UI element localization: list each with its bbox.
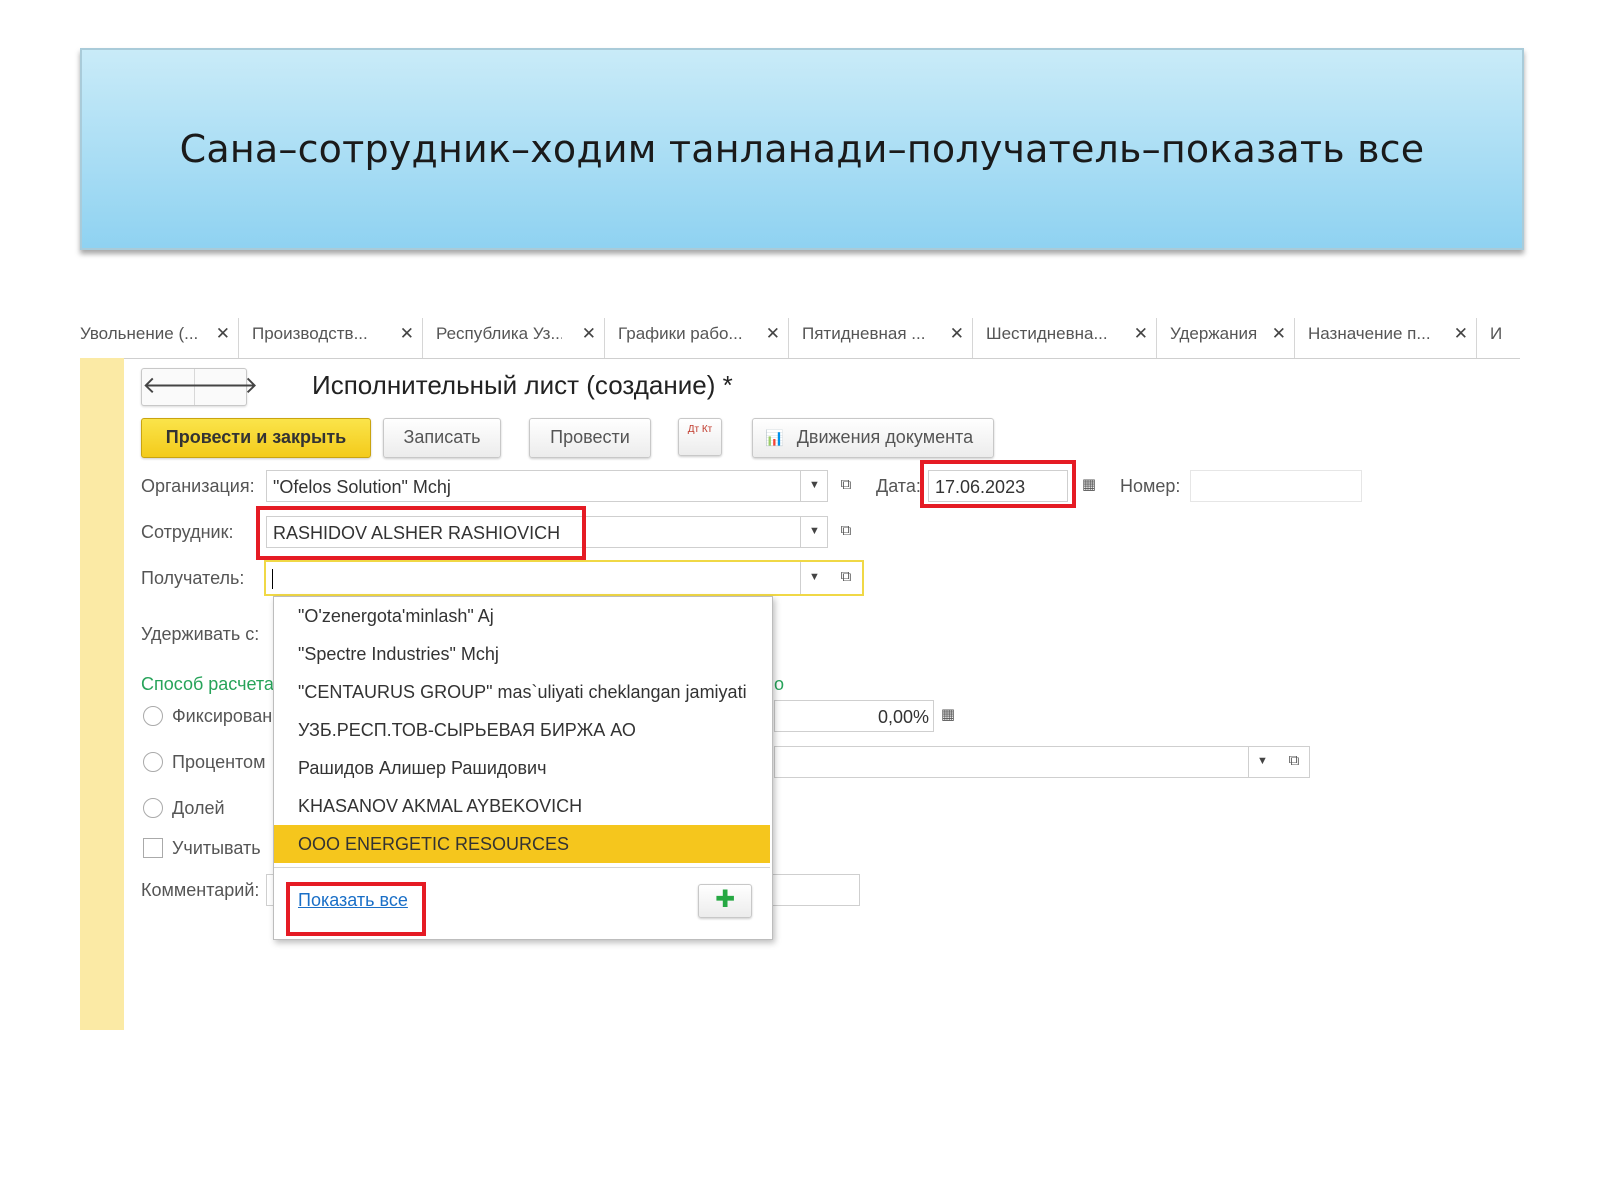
open-icon[interactable]: ⧉ [832,470,860,502]
show-all-highlight [286,882,426,936]
forward-arrow-icon[interactable]: 🡒 [194,369,258,405]
number-field[interactable] [1190,470,1362,502]
close-icon[interactable]: ✕ [1272,318,1286,350]
list-item[interactable]: "O'zenergota'minlash" Aj [274,597,770,635]
tab-republic[interactable]: Республика Уз... ✕ [424,318,605,358]
close-icon[interactable]: ✕ [766,318,780,350]
post-and-close-button[interactable]: Провести и закрыть [141,418,371,458]
tab-assignment[interactable]: Назначение п... ✕ [1296,318,1477,358]
chevron-down-icon[interactable]: ▼ [800,470,828,502]
chevron-down-icon[interactable]: ▼ [800,562,828,594]
open-icon[interactable]: ⧉ [832,562,860,594]
percent-radio[interactable] [143,752,163,772]
close-icon[interactable]: ✕ [950,318,964,350]
organization-field[interactable]: "Ofelos Solution" Mchj [266,470,828,502]
close-icon[interactable]: ✕ [400,318,414,350]
date-highlight [920,460,1076,508]
open-icon[interactable]: ⧉ [832,516,860,548]
tab-label: Пятидневная ... [802,324,926,343]
calc-method-label-right: о [774,674,785,694]
close-icon[interactable]: ✕ [1134,318,1148,350]
chevron-down-icon[interactable]: ▼ [1248,746,1276,778]
plus-icon[interactable]: ✚ [698,884,752,918]
number-label: Номер: [1120,476,1181,496]
tab-label: И [1490,324,1503,343]
tab-work-schedules[interactable]: Графики рабо... ✕ [606,318,789,358]
close-icon[interactable]: ✕ [1454,318,1468,350]
list-item[interactable]: "Spectre Industries" Mchj [274,635,770,673]
percent-label: Процентом [172,752,266,772]
save-button[interactable]: Записать [383,418,501,458]
tab-dismissal[interactable]: Увольнение (... ✕ [80,318,239,358]
fixed-label: Фиксирован [172,706,273,726]
tab-label: Производств... [252,324,368,343]
banner-text: Сана–сотрудник–ходим танланади–получател… [179,127,1425,171]
tab-deductions[interactable]: Удержания ✕ [1158,318,1295,358]
movements-label: Движения документа [796,427,974,447]
tab-bar: Увольнение (... ✕ Производств... ✕ Респу… [80,318,1520,359]
tab-label: Графики рабо... [618,324,743,343]
consider-label: Учитывать [172,838,261,858]
instruction-banner: Сана–сотрудник–ходим танланади–получател… [80,48,1524,250]
report-icon: 📊 [765,430,784,447]
history-nav: 🡐 🡒 [141,368,258,406]
recipient-label: Получатель: [141,568,245,588]
tab-more[interactable]: И [1478,318,1520,358]
page-title: Исполнительный лист (создание) * [312,370,733,400]
document-movements-button[interactable]: 📊 Движения документа [752,418,994,458]
percent-base-field[interactable] [774,746,1310,778]
date-label: Дата: [876,476,921,496]
employee-label: Сотрудник: [141,522,234,542]
share-label: Долей [172,798,225,818]
close-icon[interactable]: ✕ [216,318,230,350]
tab-label: Увольнение (... [80,324,199,343]
tab-production[interactable]: Производств... ✕ [240,318,423,358]
post-button[interactable]: Провести [529,418,651,458]
list-item[interactable]: Рашидов Алишер Рашидович [274,749,770,787]
share-radio[interactable] [143,798,163,818]
list-item-selected[interactable]: OOO ENERGETIC RESOURCES [274,825,770,863]
chevron-down-icon[interactable]: ▼ [800,516,828,548]
dtkt-icon[interactable]: Дт Кт [678,418,722,456]
list-item[interactable]: KHASANOV AKMAL AYBEKOVICH [274,787,770,825]
consider-checkbox[interactable] [143,838,163,858]
list-item[interactable]: "CENTAURUS GROUP" mas`uliyati cheklangan… [274,673,770,711]
employee-highlight [256,506,586,560]
tab-six-day[interactable]: Шестидневна... ✕ [974,318,1157,358]
tab-label: Назначение п... [1308,324,1431,343]
tab-label: Республика Уз... [436,324,562,343]
calendar-icon[interactable]: ▦ [1076,470,1102,502]
back-arrow-icon[interactable]: 🡐 [142,369,206,405]
close-icon[interactable]: ✕ [582,318,596,350]
fixed-radio[interactable] [143,706,163,726]
text-cursor [272,569,273,590]
list-item[interactable]: УЗБ.РЕСП.ТОВ-СЫРЬЕВАЯ БИРЖА АО [274,711,770,749]
open-icon[interactable]: ⧉ [1280,746,1308,778]
recipient-field[interactable] [264,560,864,596]
tab-label: Удержания [1170,324,1258,343]
tab-label: Шестидневна... [986,324,1108,343]
withhold-from-label: Удерживать с: [141,624,260,644]
percent-value-field[interactable]: 0,00% [774,700,934,732]
calc-method-label: Способ расчета [141,674,274,694]
left-panel [80,358,124,1030]
organization-label: Организация: [141,476,255,496]
calculator-icon[interactable]: ▦ [935,700,961,732]
tab-five-day[interactable]: Пятидневная ... ✕ [790,318,973,358]
comment-label: Комментарий: [141,880,260,900]
